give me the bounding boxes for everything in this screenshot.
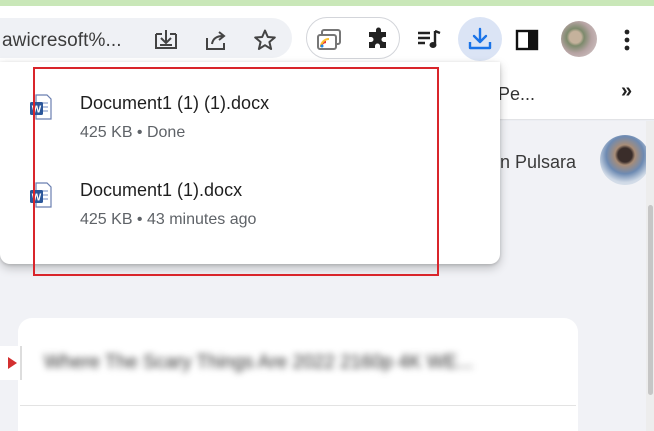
- video-card[interactable]: [18, 318, 578, 431]
- play-icon: [0, 346, 22, 380]
- extensions-icon[interactable]: [364, 26, 392, 52]
- video-card-title[interactable]: Where The Scary Things Are 2022 2160p 4K…: [44, 352, 473, 374]
- bookmarks-overflow-button[interactable]: »: [621, 80, 632, 103]
- user-name: n Pulsara: [500, 152, 577, 172]
- side-panel-icon[interactable]: [514, 27, 540, 53]
- scrollbar-thumb[interactable]: [648, 205, 653, 395]
- svg-text:W: W: [32, 193, 42, 204]
- user-avatar[interactable]: [600, 135, 650, 185]
- address-bar-url[interactable]: awicresoft%...: [2, 30, 122, 52]
- menu-icon[interactable]: [620, 26, 634, 54]
- card-divider: [20, 405, 576, 406]
- download-icon: [466, 26, 494, 52]
- downloads-bubble: W Document1 (1) (1).docx 425 KB • Done W…: [0, 62, 500, 264]
- bookmark-item[interactable]: Pe...: [498, 84, 535, 105]
- word-file-icon: W: [30, 94, 52, 120]
- svg-text:W: W: [32, 105, 42, 116]
- cast-icon[interactable]: [314, 26, 344, 52]
- share-icon[interactable]: [202, 27, 230, 53]
- media-queue-icon[interactable]: [414, 26, 444, 52]
- download-item[interactable]: W Document1 (1).docx 425 KB • 43 minutes…: [0, 168, 500, 254]
- download-status: 425 KB • 43 minutes ago: [80, 211, 257, 228]
- download-status: 425 KB • Done: [80, 124, 186, 141]
- profile-avatar[interactable]: [561, 21, 597, 57]
- download-filename: Document1 (1) (1).docx: [80, 93, 270, 113]
- download-filename: Document1 (1).docx: [80, 180, 243, 200]
- bookmark-star-icon[interactable]: [251, 26, 279, 54]
- install-app-icon[interactable]: [152, 27, 180, 53]
- word-file-icon: W: [30, 182, 52, 208]
- download-item[interactable]: W Document1 (1) (1).docx 425 KB • Done: [0, 80, 500, 166]
